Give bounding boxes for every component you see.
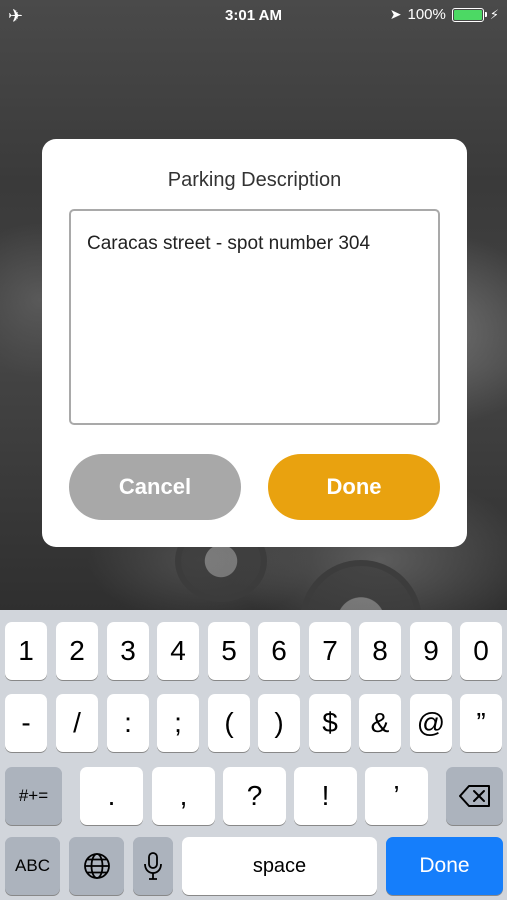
key-quote[interactable]: ” <box>460 694 502 752</box>
key-symbols[interactable]: #+= <box>5 767 62 825</box>
charging-bolt-icon: ⚡ <box>489 6 499 22</box>
key-close-paren[interactable]: ) <box>258 694 300 752</box>
globe-key[interactable] <box>69 837 124 895</box>
keyboard: 1 2 3 4 5 6 7 8 9 0 - / : ; ( ) $ & @ ” … <box>0 610 507 900</box>
key-6[interactable]: 6 <box>258 622 300 680</box>
key-ampersand[interactable]: & <box>359 694 401 752</box>
key-0[interactable]: 0 <box>460 622 502 680</box>
key-3[interactable]: 3 <box>107 622 149 680</box>
key-semicolon[interactable]: ; <box>157 694 199 752</box>
cancel-button[interactable]: Cancel <box>69 454 241 520</box>
space-key[interactable]: space <box>182 837 377 895</box>
microphone-icon <box>144 852 162 880</box>
parking-description-dialog: Parking Description Caracas street - spo… <box>42 139 467 547</box>
key-1[interactable]: 1 <box>5 622 47 680</box>
key-dollar[interactable]: $ <box>309 694 351 752</box>
key-comma[interactable]: , <box>152 767 215 825</box>
key-at[interactable]: @ <box>410 694 452 752</box>
status-right: ➤ 100% ⚡ <box>390 6 499 23</box>
dictation-key[interactable] <box>133 837 173 895</box>
key-question[interactable]: ? <box>223 767 286 825</box>
location-arrow-icon: ➤ <box>389 6 402 22</box>
key-colon[interactable]: : <box>107 694 149 752</box>
done-button[interactable]: Done <box>268 454 440 520</box>
keyboard-done-key[interactable]: Done <box>386 837 503 895</box>
battery-icon <box>451 7 487 22</box>
key-4[interactable]: 4 <box>157 622 199 680</box>
key-exclamation[interactable]: ! <box>294 767 357 825</box>
backspace-key[interactable] <box>446 767 503 825</box>
key-2[interactable]: 2 <box>56 622 98 680</box>
battery-percent: 100% <box>407 6 446 23</box>
key-8[interactable]: 8 <box>359 622 401 680</box>
description-input[interactable]: Caracas street - spot number 304 <box>69 209 440 425</box>
dialog-title: Parking Description <box>167 169 342 191</box>
key-slash[interactable]: / <box>56 694 98 752</box>
key-period[interactable]: . <box>80 767 143 825</box>
key-7[interactable]: 7 <box>309 622 351 680</box>
key-hyphen[interactable]: - <box>5 694 47 752</box>
key-9[interactable]: 9 <box>410 622 452 680</box>
status-bar: ✈ 3:01 AM ➤ 100% ⚡ <box>0 0 507 30</box>
key-abc[interactable]: ABC <box>5 837 60 895</box>
globe-icon <box>83 853 110 879</box>
key-open-paren[interactable]: ( <box>208 694 250 752</box>
key-5[interactable]: 5 <box>208 622 250 680</box>
key-apostrophe[interactable]: ’ <box>365 767 428 825</box>
backspace-icon <box>458 785 490 807</box>
